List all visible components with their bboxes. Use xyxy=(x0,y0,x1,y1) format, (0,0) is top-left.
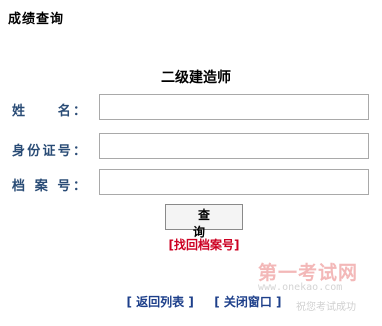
bottom-links: [ 返回列表 ] [ 关闭窗口 ] xyxy=(0,293,382,310)
query-button[interactable]: 查 询 xyxy=(165,204,243,239)
watermark-url: www.onekao.com xyxy=(258,282,343,293)
watermark-logo: 第一考试网 xyxy=(258,262,359,284)
form-title: 二级建造师 xyxy=(161,70,231,86)
id-number-field[interactable] xyxy=(99,133,369,159)
close-window-link[interactable]: [ 关闭窗口 ] xyxy=(214,295,281,309)
back-to-list-link[interactable]: [ 返回列表 ] xyxy=(126,295,193,309)
archive-number-field[interactable] xyxy=(99,169,369,195)
id-number-label: 身份证号： xyxy=(12,144,86,159)
name-field[interactable] xyxy=(99,94,369,120)
retrieve-archive-number-link[interactable]: [找回档案号] xyxy=(0,236,382,253)
page-title: 成绩查询 xyxy=(8,12,65,27)
archive-number-label: 档 案 号： xyxy=(12,179,86,194)
name-label: 姓 名： xyxy=(12,104,86,119)
